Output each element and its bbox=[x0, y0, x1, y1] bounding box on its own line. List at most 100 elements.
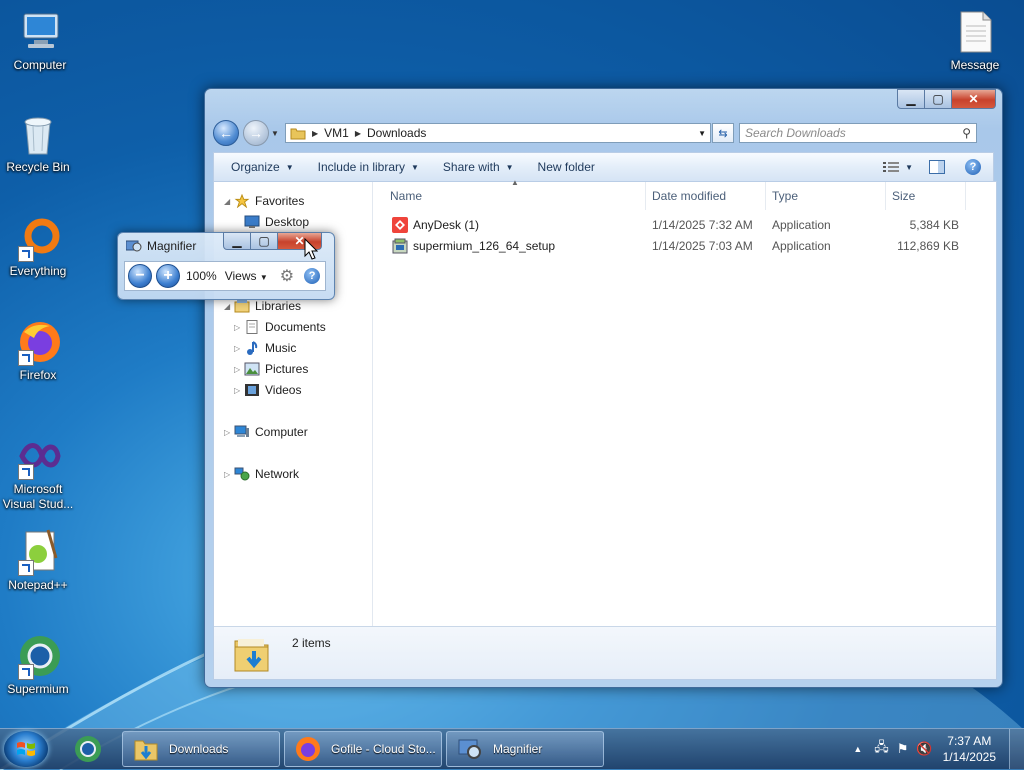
desktop-icon-message[interactable]: Message bbox=[935, 8, 1015, 73]
column-header-size[interactable]: Size bbox=[886, 182, 966, 210]
file-row[interactable]: supermium_126_64_setup 1/14/2025 7:03 AM… bbox=[373, 236, 996, 256]
firefox-icon bbox=[296, 737, 320, 761]
shortcut-arrow-icon bbox=[18, 464, 34, 480]
nav-music[interactable]: ▷ Music bbox=[234, 341, 296, 355]
expand-arrow-icon[interactable]: ▷ bbox=[224, 428, 234, 437]
firefox-icon bbox=[14, 318, 62, 366]
start-button[interactable] bbox=[4, 731, 48, 767]
taskbar-button-magnifier[interactable]: Magnifier bbox=[446, 731, 604, 767]
forward-button[interactable]: → bbox=[243, 120, 269, 146]
star-icon bbox=[234, 194, 250, 208]
address-dropdown-icon[interactable]: ▼ bbox=[698, 129, 706, 138]
include-in-library-button[interactable]: Include in library ▼ bbox=[306, 160, 431, 174]
recycle-bin-icon bbox=[14, 110, 62, 158]
explorer-folder-icon bbox=[134, 740, 158, 761]
back-button[interactable]: ← bbox=[213, 120, 239, 146]
windows-logo-icon bbox=[17, 742, 35, 756]
desktop-icon-label: Message bbox=[950, 58, 1000, 72]
music-icon bbox=[247, 341, 258, 355]
nav-videos[interactable]: ▷ Videos bbox=[234, 383, 301, 397]
command-bar: Organize ▼ Include in library ▼ Share with… bbox=[213, 152, 994, 182]
action-center-flag-icon[interactable]: ⚑ bbox=[897, 741, 909, 757]
breadcrumb-separator-icon[interactable]: ▶ bbox=[355, 129, 361, 138]
search-icon[interactable]: ⚲ bbox=[962, 126, 971, 140]
chevron-down-icon: ▼ bbox=[411, 162, 419, 172]
nav-documents[interactable]: ▷ Documents bbox=[234, 320, 326, 334]
search-input[interactable]: Search Downloads ⚲ bbox=[739, 123, 977, 143]
clock-date: 1/14/2025 bbox=[942, 750, 996, 764]
show-desktop-button[interactable] bbox=[1009, 729, 1024, 769]
breadcrumb-item[interactable]: Downloads bbox=[367, 126, 426, 140]
maximize-button[interactable]: ▢ bbox=[924, 89, 952, 109]
close-button[interactable]: ✕ bbox=[951, 89, 996, 109]
nav-libraries[interactable]: ◢ Libraries bbox=[224, 299, 301, 313]
details-pane: 2 items bbox=[214, 626, 996, 679]
shortcut-arrow-icon bbox=[18, 664, 34, 680]
expand-arrow-icon[interactable]: ◢ bbox=[224, 197, 234, 206]
desktop-icon-computer[interactable]: Computer bbox=[0, 8, 80, 73]
preview-pane-button[interactable] bbox=[919, 160, 955, 174]
search-placeholder: Search Downloads bbox=[745, 126, 846, 140]
nav-desktop[interactable]: Desktop bbox=[244, 215, 309, 229]
desktop-icon-firefox[interactable]: Firefox bbox=[0, 318, 78, 383]
help-icon[interactable]: ? bbox=[304, 268, 321, 284]
magnifier-toolbar: − + 100% Views ▼ ⚙ ? bbox=[124, 261, 326, 291]
chevron-down-icon: ▼ bbox=[285, 162, 294, 172]
magnifier-window: Magnifier ▁ ▢ ✕ − + 100% Views ▼ ⚙ ? bbox=[117, 232, 335, 300]
column-header-type[interactable]: Type bbox=[766, 182, 886, 210]
volume-muted-icon[interactable]: 🔇 bbox=[916, 741, 932, 757]
expand-arrow-icon[interactable]: ◢ bbox=[224, 302, 234, 311]
desktop-icon-recycle-bin[interactable]: Recycle Bin bbox=[0, 110, 78, 175]
taskbar-button-firefox[interactable]: Gofile - Cloud Sto... bbox=[284, 731, 442, 767]
refresh-button[interactable]: ⇆ bbox=[712, 123, 734, 143]
gear-icon[interactable]: ⚙ bbox=[280, 266, 294, 286]
show-hidden-icons-icon[interactable]: ▲ bbox=[853, 744, 862, 754]
organize-button[interactable]: Organize ▼ bbox=[214, 160, 306, 174]
desktop-icon-label: Supermium bbox=[7, 682, 69, 696]
desktop-icon-notepad-plus-plus[interactable]: Notepad++ bbox=[0, 528, 78, 593]
taskbar-button-downloads[interactable]: Downloads bbox=[122, 731, 280, 767]
expand-arrow-icon[interactable]: ▷ bbox=[234, 365, 244, 374]
nav-network[interactable]: ▷ Network bbox=[224, 467, 299, 481]
expand-arrow-icon[interactable]: ▷ bbox=[234, 386, 244, 395]
nav-computer[interactable]: ▷ Computer bbox=[224, 425, 308, 439]
file-size: 5,384 KB bbox=[909, 218, 959, 232]
clock-time: 7:37 AM bbox=[947, 734, 992, 748]
zoom-level: 100% bbox=[186, 269, 217, 283]
supermium-icon bbox=[75, 736, 101, 762]
desktop-icon-visual-studio[interactable]: Microsoft Visual Stud... bbox=[0, 432, 78, 512]
window-controls: ▁ ▢ ✕ bbox=[897, 89, 996, 109]
recent-pages-dropdown[interactable]: ▼ bbox=[271, 129, 281, 138]
file-row[interactable]: AnyDesk (1) 1/14/2025 7:32 AM Applicatio… bbox=[373, 215, 996, 235]
network-icon[interactable]: 🖧 bbox=[874, 738, 889, 760]
views-button[interactable]: Views ▼ bbox=[225, 269, 268, 283]
nav-favorites[interactable]: ◢ Favorites bbox=[224, 194, 304, 208]
breadcrumb-item[interactable]: VM1 bbox=[324, 126, 349, 140]
help-icon[interactable]: ? bbox=[965, 159, 981, 175]
magnifier-maximize-button[interactable]: ▢ bbox=[250, 232, 278, 250]
magnifier-minimize-button[interactable]: ▁ bbox=[223, 232, 251, 250]
file-size: 112,869 KB bbox=[897, 239, 959, 253]
setup-installer-icon bbox=[392, 238, 408, 254]
computer-icon bbox=[234, 425, 249, 437]
share-with-button[interactable]: Share with ▼ bbox=[431, 160, 526, 174]
minimize-button[interactable]: ▁ bbox=[897, 89, 925, 109]
address-bar[interactable]: ▶ VM1 ▶ Downloads ▼ bbox=[285, 123, 711, 143]
desktop-icon-everything[interactable]: Everything bbox=[0, 214, 78, 279]
change-view-button[interactable]: ▼ bbox=[877, 161, 919, 173]
new-folder-button[interactable]: New folder bbox=[526, 160, 607, 174]
zoom-in-button[interactable]: + bbox=[156, 264, 180, 288]
zoom-out-button[interactable]: − bbox=[128, 264, 152, 288]
expand-arrow-icon[interactable]: ▷ bbox=[234, 344, 244, 353]
clock[interactable]: 7:37 AM 1/14/2025 bbox=[943, 733, 996, 765]
computer-icon bbox=[16, 8, 64, 56]
column-header-name[interactable]: Name bbox=[373, 182, 646, 210]
notepad-plus-plus-icon bbox=[14, 528, 62, 576]
expand-arrow-icon[interactable]: ▷ bbox=[224, 470, 234, 479]
magnifier-app-icon bbox=[126, 240, 142, 252]
column-header-date[interactable]: Date modified bbox=[646, 182, 766, 210]
nav-pictures[interactable]: ▷ Pictures bbox=[234, 362, 308, 376]
desktop-icon-supermium[interactable]: Supermium bbox=[0, 632, 78, 697]
expand-arrow-icon[interactable]: ▷ bbox=[234, 323, 244, 332]
pinned-supermium[interactable] bbox=[70, 734, 110, 764]
